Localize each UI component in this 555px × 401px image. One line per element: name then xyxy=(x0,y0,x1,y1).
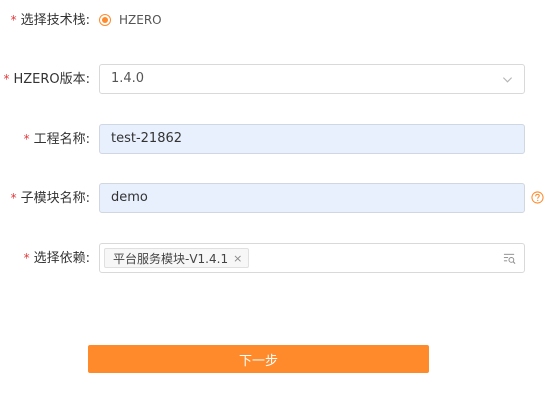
dependencies-row: * 选择依赖: 平台服务模块-V1.4.1 × xyxy=(0,243,555,273)
project-name-label: * 工程名称: xyxy=(23,132,90,147)
dependencies-lookup[interactable]: 平台服务模块-V1.4.1 × xyxy=(99,243,525,273)
submodule-name-value: demo xyxy=(111,190,148,205)
chevron-down-icon[interactable] xyxy=(502,74,513,85)
required-mark: * xyxy=(10,191,17,205)
dependency-tag: 平台服务模块-V1.4.1 × xyxy=(104,248,250,268)
radio-label: HZERO xyxy=(119,13,162,27)
tech-stack-row: * 选择技术栈: HZERO xyxy=(0,5,555,35)
required-mark: * xyxy=(3,72,10,86)
dependency-tag-label: 平台服务模块-V1.4.1 xyxy=(113,251,229,266)
project-name-value: test-21862 xyxy=(111,131,183,146)
required-mark: * xyxy=(23,132,30,146)
required-mark: * xyxy=(23,251,30,265)
required-mark: * xyxy=(10,13,17,27)
submodule-name-row: * 子模块名称: demo xyxy=(0,183,555,213)
project-name-row: * 工程名称: test-21862 xyxy=(0,124,555,154)
project-name-input[interactable]: test-21862 xyxy=(99,124,525,154)
submodule-name-input[interactable]: demo xyxy=(99,183,525,213)
project-wizard-form: * 选择技术栈: HZERO * HZERO版本: 1.4.0 * 工程名称: tes… xyxy=(0,0,555,401)
submodule-name-label: * 子模块名称: xyxy=(10,191,90,206)
remove-tag-icon[interactable]: × xyxy=(233,252,242,265)
tech-stack-radio-hzero[interactable]: HZERO xyxy=(99,5,162,35)
radio-icon[interactable] xyxy=(99,14,111,26)
hzero-version-value: 1.4.0 xyxy=(111,71,145,86)
hzero-version-label: * HZERO版本: xyxy=(3,72,90,87)
next-step-button[interactable]: 下一步 xyxy=(88,345,429,373)
hzero-version-select[interactable]: 1.4.0 xyxy=(99,64,525,94)
tech-stack-label: * 选择技术栈: xyxy=(10,13,90,28)
lookup-icon[interactable] xyxy=(503,252,516,265)
question-circle-icon[interactable] xyxy=(531,191,544,204)
hzero-version-row: * HZERO版本: 1.4.0 xyxy=(0,64,555,94)
dependencies-label: * 选择依赖: xyxy=(23,251,90,266)
